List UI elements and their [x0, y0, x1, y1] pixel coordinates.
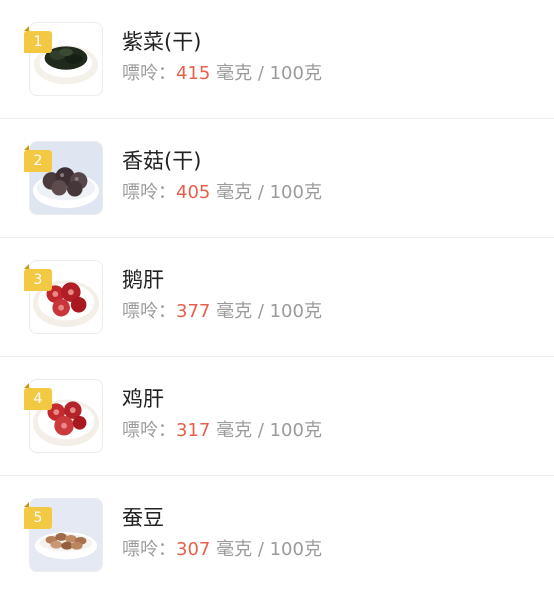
food-name: 紫菜(干) — [122, 30, 202, 54]
purine-info: 嘌呤：317 毫克 / 100克 — [122, 419, 322, 443]
rank-badge: 2 — [24, 145, 52, 172]
rank-badge: 1 — [24, 26, 52, 53]
purine-info: 嘌呤：307 毫克 / 100克 — [122, 538, 322, 562]
list-item[interactable]: 2 香菇(干) 嘌呤：405 毫克 / 100克 — [0, 119, 554, 238]
purine-unit: 毫克 / 100克 — [216, 539, 322, 560]
food-name: 香菇(干) — [122, 149, 202, 173]
purine-info: 嘌呤：405 毫克 / 100克 — [122, 181, 322, 205]
purine-info: 嘌呤：415 毫克 / 100克 — [122, 62, 322, 86]
purine-unit: 毫克 / 100克 — [216, 301, 322, 322]
rank-badge: 4 — [24, 383, 52, 410]
rank-badge: 3 — [24, 264, 52, 291]
purine-label: 嘌呤： — [122, 63, 176, 84]
list-item[interactable]: 1 紫菜(干) 嘌呤：415 毫克 / 100克 — [0, 0, 554, 119]
purine-unit: 毫克 / 100克 — [216, 63, 322, 84]
purine-ranking-list: 1 紫菜(干) 嘌呤：415 毫克 / 100克 2 香菇(干) 嘌呤：405 … — [0, 0, 554, 595]
purine-label: 嘌呤： — [122, 420, 176, 441]
purine-value: 415 — [176, 63, 211, 84]
food-name: 鸡肝 — [122, 387, 164, 411]
rank-badge: 5 — [24, 502, 52, 529]
purine-info: 嘌呤：377 毫克 / 100克 — [122, 300, 322, 324]
list-item[interactable]: 3 鹅肝 嘌呤：377 毫克 / 100克 — [0, 238, 554, 357]
purine-value: 377 — [176, 301, 211, 322]
list-item[interactable]: 4 鸡肝 嘌呤：317 毫克 / 100克 — [0, 357, 554, 476]
purine-value: 307 — [176, 539, 211, 560]
list-item[interactable]: 5 蚕豆 嘌呤：307 毫克 / 100克 — [0, 476, 554, 595]
purine-value: 405 — [176, 182, 211, 203]
purine-label: 嘌呤： — [122, 301, 176, 322]
purine-label: 嘌呤： — [122, 182, 176, 203]
food-name: 蚕豆 — [122, 506, 164, 530]
food-name: 鹅肝 — [122, 268, 164, 292]
purine-label: 嘌呤： — [122, 539, 176, 560]
purine-unit: 毫克 / 100克 — [216, 420, 322, 441]
purine-unit: 毫克 / 100克 — [216, 182, 322, 203]
purine-value: 317 — [176, 420, 211, 441]
